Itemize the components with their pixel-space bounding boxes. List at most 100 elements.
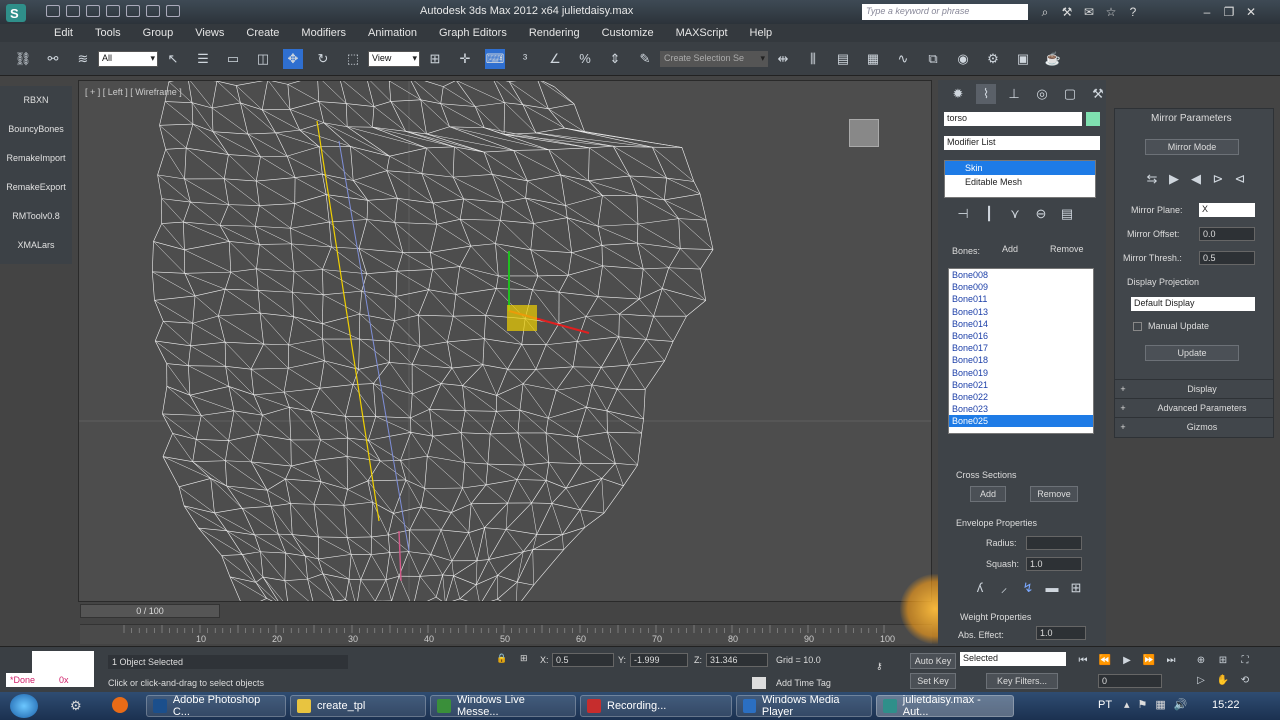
search-input[interactable]: Type a keyword or phrase <box>862 4 1028 20</box>
keyboard-shortcut-toggle-icon[interactable]: ⌨ <box>485 48 505 69</box>
paste-blue-to-green-icon[interactable]: ◀ <box>1186 169 1206 189</box>
remakeimport-button[interactable]: RemakeImport <box>0 144 72 173</box>
bouncybones-button[interactable]: BouncyBones <box>0 115 72 144</box>
rbxn-button[interactable]: RBXN <box>0 86 72 115</box>
key-icon[interactable]: ⚷ <box>876 661 883 672</box>
viewcube-icon[interactable] <box>849 119 879 147</box>
language-indicator[interactable]: PT <box>1098 699 1112 711</box>
task-windows-media-player[interactable]: Windows Media Player <box>736 694 872 718</box>
modify-tab-icon[interactable]: ⌇ <box>976 84 996 104</box>
list-item[interactable]: Bone017 <box>949 342 1093 354</box>
menu-tools[interactable]: Tools <box>95 27 121 39</box>
undo-icon[interactable] <box>106 5 120 17</box>
list-item[interactable]: Bone023 <box>949 403 1093 415</box>
add-time-tag-button[interactable]: Add Time Tag <box>776 678 831 688</box>
mirror-paste-icon[interactable]: ⇆ <box>1142 169 1162 189</box>
pivot-center-icon[interactable]: ⊞ <box>425 49 445 69</box>
menu-rendering[interactable]: Rendering <box>529 27 580 39</box>
settings-icon[interactable]: ⚙ <box>70 698 82 714</box>
list-item[interactable]: Bone014 <box>949 318 1093 330</box>
motion-tab-icon[interactable]: ◎ <box>1032 84 1052 104</box>
select-object-icon[interactable]: ↖ <box>163 49 183 69</box>
menu-edit[interactable]: Edit <box>54 27 73 39</box>
app-menu-button[interactable]: S <box>4 2 38 24</box>
time-slider[interactable]: 0 / 100 <box>80 604 220 618</box>
redo-icon[interactable] <box>126 5 140 17</box>
minimize-icon[interactable]: – <box>1196 4 1218 20</box>
reference-coordinate-dropdown[interactable]: View <box>368 50 420 67</box>
flag-icon[interactable]: ⚑ <box>1138 698 1148 711</box>
task-windows-live-messenger[interactable]: Windows Live Messe... <box>430 694 576 718</box>
mirror-offset-field[interactable]: 0.0 <box>1199 227 1255 241</box>
edit-named-selection-icon[interactable]: ✎ <box>635 49 655 69</box>
close-icon[interactable]: ✕ <box>1240 4 1262 20</box>
list-item[interactable]: Bone022 <box>949 391 1093 403</box>
save-icon[interactable] <box>86 5 100 17</box>
mirror-thresh-field[interactable]: 0.5 <box>1199 251 1255 265</box>
render-setup-icon[interactable]: ⚙ <box>983 49 1003 69</box>
link-icon[interactable]: ⛓ <box>13 49 33 69</box>
add-bone-button[interactable]: Add <box>1002 244 1018 254</box>
stack-item-editable-mesh[interactable]: Editable Mesh <box>945 175 1095 189</box>
task-create-tpl[interactable]: create_tpl <box>290 695 426 717</box>
curve-editor-icon[interactable]: ∿ <box>893 49 913 69</box>
remakeexport-button[interactable]: RemakeExport <box>0 173 72 202</box>
mirror-mode-button[interactable]: Mirror Mode <box>1145 139 1239 155</box>
firefox-icon[interactable] <box>112 697 128 713</box>
clock[interactable]: 15:22 <box>1212 699 1240 711</box>
next-frame-icon[interactable]: ⏩ <box>1139 651 1159 671</box>
list-item[interactable]: Bone008 <box>949 269 1093 281</box>
task-photoshop[interactable]: Adobe Photoshop C... <box>146 694 286 718</box>
restore-icon[interactable]: ❐ <box>1218 4 1240 20</box>
select-scale-icon[interactable]: ⬚ <box>343 49 363 69</box>
list-item[interactable]: Bone016 <box>949 330 1093 342</box>
pan-icon[interactable]: ✋ <box>1213 671 1233 691</box>
percent-snap-icon[interactable]: % <box>575 49 595 69</box>
time-tag-icon[interactable] <box>752 677 766 689</box>
x-coordinate-field[interactable]: 0.5 <box>552 653 614 667</box>
list-item[interactable]: Bone018 <box>949 354 1093 366</box>
object-name-field[interactable]: torso <box>944 112 1082 126</box>
manual-update-checkbox[interactable] <box>1133 321 1142 331</box>
maxscript-listener-bottom[interactable]: *Done 0x <box>6 673 94 687</box>
schematic-view-icon[interactable]: ⧉ <box>923 49 943 69</box>
layer-manager-icon[interactable]: ▤ <box>833 49 853 69</box>
pin-stack-icon[interactable]: ⊣ <box>953 204 973 224</box>
select-manipulate-icon[interactable]: ✛ <box>455 49 475 69</box>
maxscript-listener-top[interactable] <box>32 651 94 673</box>
falloff-icon[interactable]: ▬ <box>1042 578 1062 598</box>
radius-field[interactable] <box>1026 536 1082 550</box>
start-button[interactable] <box>10 694 38 718</box>
show-end-result-icon[interactable]: ┃ <box>979 204 999 224</box>
relative-icon[interactable]: ⸝ <box>994 578 1014 598</box>
open-file-icon[interactable] <box>66 5 80 17</box>
volume-icon[interactable]: 🔊 <box>1174 698 1188 711</box>
align-icon[interactable]: ⫼ <box>803 49 823 69</box>
menu-create[interactable]: Create <box>246 27 279 39</box>
lock-icon[interactable]: 🔒 <box>496 653 507 664</box>
display-tab-icon[interactable]: ▢ <box>1060 84 1080 104</box>
menu-animation[interactable]: Animation <box>368 27 417 39</box>
menu-views[interactable]: Views <box>195 27 224 39</box>
paste-green-verts-icon[interactable]: ⊳ <box>1208 169 1228 189</box>
favorites-icon[interactable]: ☆ <box>1100 4 1122 20</box>
select-rotate-icon[interactable]: ↻ <box>313 49 333 69</box>
set-key-button[interactable]: Set Key <box>910 673 956 689</box>
remove-modifier-icon[interactable]: ⊖ <box>1031 204 1051 224</box>
bind-space-warp-icon[interactable]: ≋ <box>73 49 93 69</box>
menu-group[interactable]: Group <box>143 27 174 39</box>
zoom-extents-icon[interactable]: ⛶ <box>1235 651 1255 671</box>
subscription-icon[interactable]: ⚒ <box>1056 4 1078 20</box>
field-of-view-icon[interactable]: ▷ <box>1191 671 1211 691</box>
current-frame-field[interactable]: 0 <box>1098 674 1162 688</box>
absolute-icon[interactable]: ʎ <box>970 578 990 598</box>
configure-sets-icon[interactable]: ▤ <box>1057 204 1077 224</box>
utilities-tab-icon[interactable]: ⚒ <box>1088 84 1108 104</box>
rendered-frame-window-icon[interactable]: ▣ <box>1013 49 1033 69</box>
object-color-swatch[interactable] <box>1086 112 1100 126</box>
copy-envelope-icon[interactable]: ⊞ <box>1066 578 1086 598</box>
list-item[interactable]: Bone019 <box>949 367 1093 379</box>
track-bar[interactable]: 10 20 30 40 50 60 70 80 90 100 <box>80 624 932 644</box>
angle-snap-icon[interactable]: ∠ <box>545 49 565 69</box>
task-recording[interactable]: Recording... <box>580 695 732 717</box>
